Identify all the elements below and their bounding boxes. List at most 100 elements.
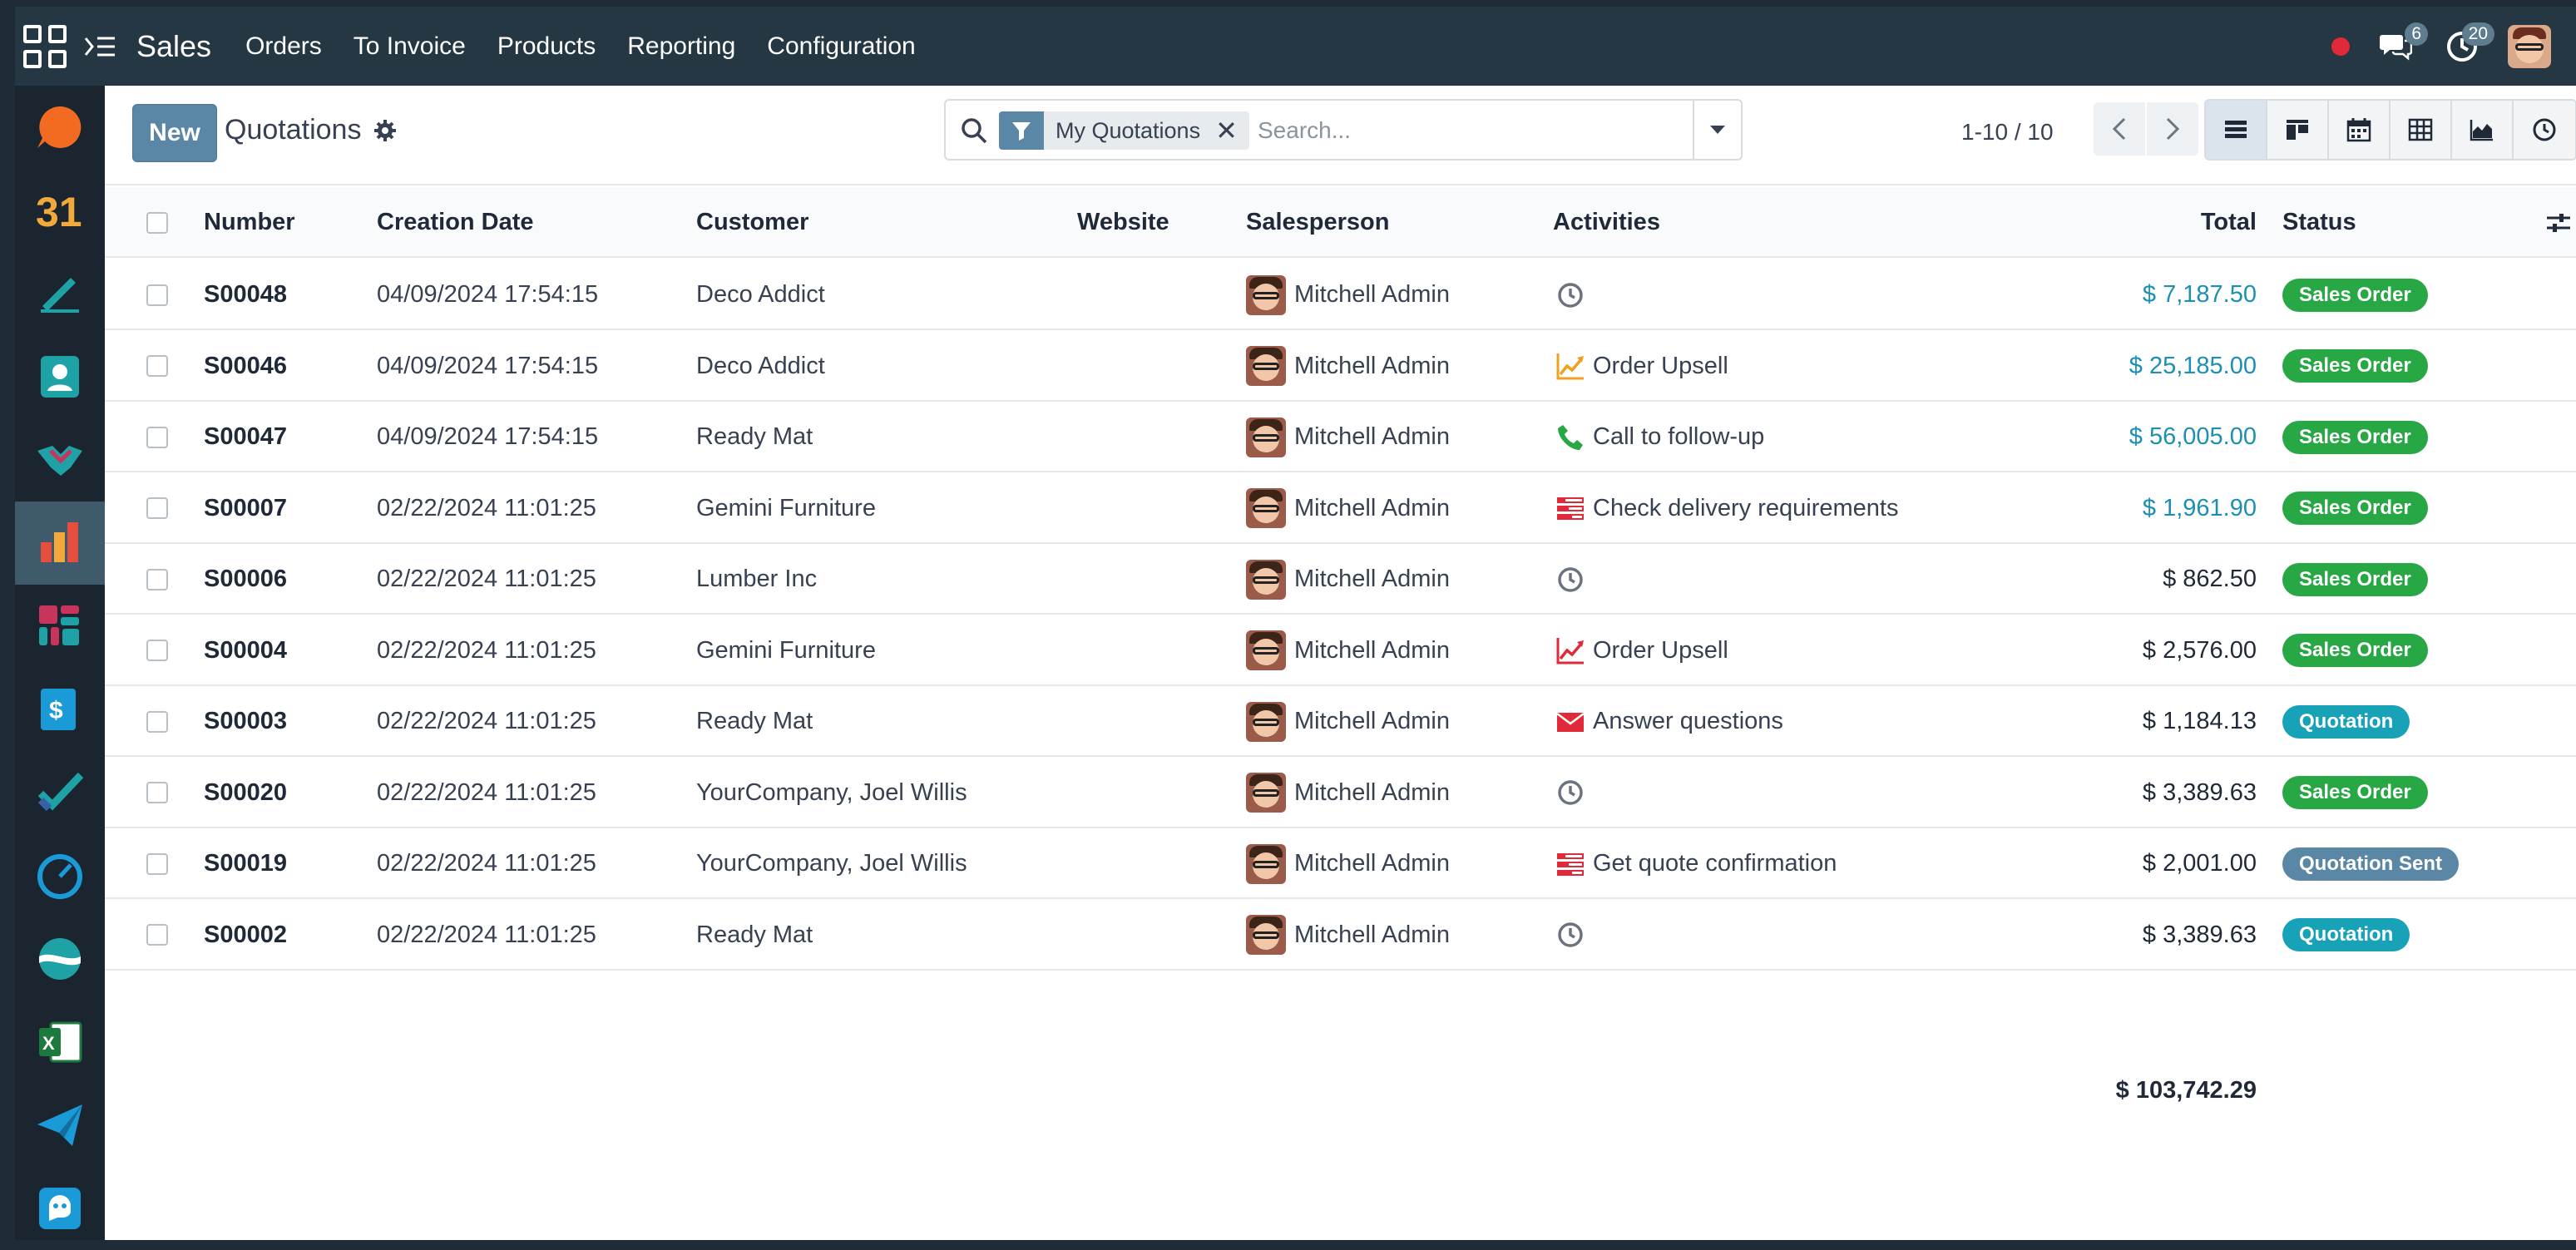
graph-view-button[interactable]	[2452, 101, 2514, 159]
recording-indicator-icon[interactable]	[2331, 37, 2350, 56]
user-avatar[interactable]	[2508, 24, 2551, 68]
app-menu-button[interactable]	[15, 7, 75, 86]
activity-view-button[interactable]	[2514, 101, 2575, 159]
row-checkbox[interactable]	[146, 710, 168, 733]
pager-value[interactable]: 1-10 / 10	[1961, 119, 2054, 146]
kanban-view-button[interactable]	[2267, 101, 2329, 159]
rail-app-live-chat[interactable]	[15, 1167, 105, 1250]
table-row[interactable]: S00020 02/22/2024 11:01:25 YourCompany, Jo…	[105, 758, 2576, 828]
optional-columns-toggle[interactable]	[2545, 187, 2572, 258]
tasks-icon[interactable]	[1553, 491, 1588, 526]
menu-toggle-icon[interactable]	[75, 32, 125, 62]
cell-activity[interactable]: Order Upsell	[1553, 615, 1728, 686]
upsell-overdue-icon[interactable]	[1553, 633, 1588, 668]
new-button[interactable]: New	[132, 104, 217, 162]
header-status[interactable]: Status	[2282, 187, 2356, 258]
gear-icon[interactable]	[373, 119, 397, 149]
table-row[interactable]: S00004 02/22/2024 11:01:25 Gemini Furnitur…	[105, 615, 2576, 686]
table-row[interactable]: S00007 02/22/2024 11:01:25 Gemini Furnitur…	[105, 473, 2576, 544]
cell-activity[interactable]: Get quote confirmation	[1553, 828, 1837, 899]
row-checkbox[interactable]	[146, 284, 168, 306]
table-row[interactable]: S00019 02/22/2024 11:01:25 YourCompany, Jo…	[105, 828, 2576, 899]
remove-facet-icon[interactable]: ✕	[1215, 115, 1238, 146]
rail-app-timesheets[interactable]	[15, 834, 105, 917]
table-row[interactable]: S00006 02/22/2024 11:01:25 Lumber Inc Mitch…	[105, 544, 2576, 615]
cell-salesperson[interactable]: Mitchell Admin	[1246, 331, 1450, 402]
rail-app-crm[interactable]	[15, 418, 105, 501]
nav-products[interactable]: Products	[497, 32, 596, 61]
nav-configuration[interactable]: Configuration	[767, 32, 915, 61]
table-row[interactable]: S00047 04/09/2024 17:54:15 Ready Mat Mitche…	[105, 402, 2576, 472]
search-input[interactable]	[1258, 111, 1674, 151]
header-creation-date[interactable]: Creation Date	[377, 187, 534, 258]
search-options-toggle[interactable]	[1693, 101, 1741, 159]
clock-icon[interactable]	[1553, 917, 1588, 952]
cell-salesperson[interactable]: Mitchell Admin	[1246, 615, 1450, 686]
header-activities[interactable]: Activities	[1553, 187, 1660, 258]
table-row[interactable]: S00048 04/09/2024 17:54:15 Deco Addict Mitc…	[105, 259, 2576, 330]
header-total[interactable]: Total	[2201, 187, 2257, 258]
select-all-checkbox[interactable]	[146, 211, 168, 234]
cell-activity[interactable]: Call to follow-up	[1553, 402, 1764, 472]
search-facet[interactable]: My Quotations ✕	[999, 111, 1249, 150]
table-row[interactable]: S00003 02/22/2024 11:01:25 Ready Mat Mitche…	[105, 686, 2576, 757]
rail-app-invoicing[interactable]: $	[15, 668, 105, 751]
nav-orders[interactable]: Orders	[245, 32, 322, 61]
tasks-icon[interactable]	[1553, 847, 1588, 882]
rail-app-project[interactable]	[15, 252, 105, 335]
nav-reporting[interactable]: Reporting	[627, 32, 735, 61]
header-website[interactable]: Website	[1077, 187, 1169, 258]
pivot-view-button[interactable]	[2391, 101, 2452, 159]
header-customer[interactable]: Customer	[696, 187, 808, 258]
cell-salesperson[interactable]: Mitchell Admin	[1246, 686, 1450, 757]
cell-activity[interactable]	[1553, 544, 1593, 615]
header-number[interactable]: Number	[204, 187, 295, 258]
calendar-view-button[interactable]	[2329, 101, 2391, 159]
rail-app-discuss[interactable]	[15, 86, 105, 169]
clock-icon[interactable]	[1553, 562, 1588, 597]
cell-activity[interactable]: Order Upsell	[1553, 331, 1728, 402]
cell-activity[interactable]	[1553, 758, 1593, 828]
table-row[interactable]: S00002 02/22/2024 11:01:25 Ready Mat Mitche…	[105, 900, 2576, 971]
phone-icon[interactable]	[1553, 420, 1588, 455]
row-checkbox[interactable]	[146, 568, 168, 590]
clock-icon[interactable]	[1553, 775, 1588, 810]
page-title[interactable]: Quotations	[225, 114, 361, 146]
cell-salesperson[interactable]: Mitchell Admin	[1246, 544, 1450, 615]
pager-previous[interactable]	[2094, 102, 2145, 156]
rail-app-todo[interactable]	[15, 751, 105, 834]
header-salesperson[interactable]: Salesperson	[1246, 187, 1389, 258]
pager-next[interactable]	[2147, 102, 2198, 156]
row-checkbox[interactable]	[146, 640, 168, 661]
cell-salesperson[interactable]: Mitchell Admin	[1246, 828, 1450, 899]
activities-button[interactable]: 20	[2441, 22, 2494, 67]
upsell-icon[interactable]	[1553, 348, 1588, 383]
list-view-button[interactable]	[2206, 101, 2267, 159]
row-checkbox[interactable]	[146, 782, 168, 803]
cell-salesperson[interactable]: Mitchell Admin	[1246, 900, 1450, 971]
messages-button[interactable]: 6	[2375, 22, 2428, 67]
row-checkbox[interactable]	[146, 852, 168, 875]
rail-app-dashboards[interactable]	[15, 585, 105, 668]
row-checkbox[interactable]	[146, 497, 168, 519]
cell-activity[interactable]: Check delivery requirements	[1553, 473, 1898, 544]
rail-app-spreadsheet[interactable]: X	[15, 1000, 105, 1084]
rail-app-surveys[interactable]	[15, 917, 105, 1000]
row-checkbox[interactable]	[146, 924, 168, 946]
cell-activity[interactable]: Answer questions	[1553, 686, 1783, 757]
envelope-icon[interactable]	[1553, 704, 1588, 739]
clock-icon[interactable]	[1553, 278, 1588, 313]
cell-salesperson[interactable]: Mitchell Admin	[1246, 402, 1450, 472]
nav-to-invoice[interactable]: To Invoice	[354, 32, 466, 61]
rail-app-email-marketing[interactable]	[15, 1084, 105, 1167]
row-checkbox[interactable]	[146, 355, 168, 377]
cell-salesperson[interactable]: Mitchell Admin	[1246, 473, 1450, 544]
app-name[interactable]: Sales	[136, 29, 211, 64]
rail-app-calendar[interactable]: 31	[15, 169, 105, 252]
row-checkbox[interactable]	[146, 426, 168, 448]
cell-salesperson[interactable]: Mitchell Admin	[1246, 758, 1450, 828]
rail-app-contacts[interactable]	[15, 335, 105, 418]
cell-activity[interactable]	[1553, 259, 1593, 330]
rail-app-sales[interactable]	[15, 501, 105, 585]
cell-salesperson[interactable]: Mitchell Admin	[1246, 259, 1450, 330]
